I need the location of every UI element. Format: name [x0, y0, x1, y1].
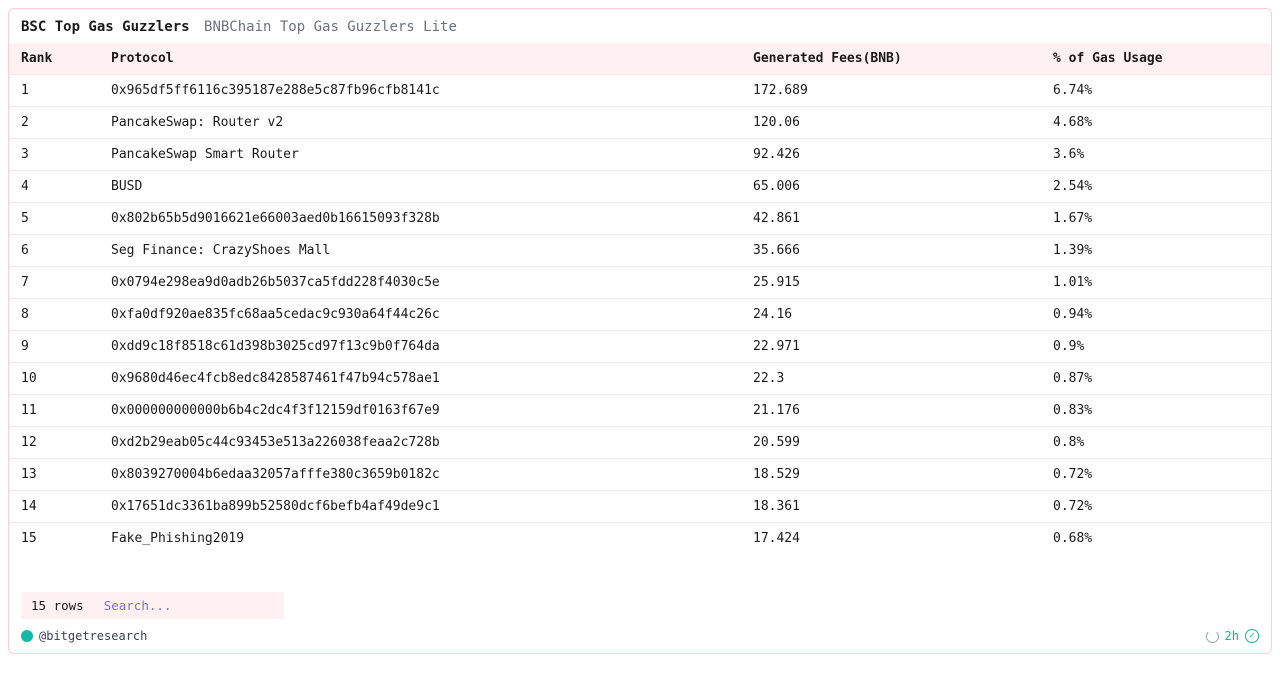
card-header: BSC Top Gas Guzzlers BNBChain Top Gas Gu… — [9, 9, 1271, 43]
cell-rank: 8 — [9, 299, 99, 331]
table-row[interactable]: 10x965df5ff6116c395187e288e5c87fb96cfb81… — [9, 75, 1271, 107]
table-row[interactable]: 100x9680d46ec4fcb8edc8428587461f47b94c57… — [9, 363, 1271, 395]
table-row[interactable]: 110x000000000000b6b4c2dc4f3f12159df0163f… — [9, 395, 1271, 427]
source-dot-icon — [21, 630, 33, 642]
cell-fees: 22.971 — [741, 331, 1041, 363]
cell-protocol: 0x9680d46ec4fcb8edc8428587461f47b94c578a… — [99, 363, 741, 395]
cell-fees: 65.006 — [741, 171, 1041, 203]
cell-fees: 120.06 — [741, 107, 1041, 139]
refresh-icon[interactable] — [1206, 630, 1219, 643]
cell-rank: 9 — [9, 331, 99, 363]
cell-pct: 4.68% — [1041, 107, 1271, 139]
check-icon: ✓ — [1245, 629, 1259, 643]
table-row[interactable]: 140x17651dc3361ba899b52580dcf6befb4af49d… — [9, 491, 1271, 523]
source-handle[interactable]: @bitgetresearch — [39, 629, 147, 643]
cell-rank: 2 — [9, 107, 99, 139]
cell-fees: 20.599 — [741, 427, 1041, 459]
cell-protocol: BUSD — [99, 171, 741, 203]
footer-left: 15 rows — [21, 592, 284, 619]
cell-pct: 6.74% — [1041, 75, 1271, 107]
cell-pct: 0.68% — [1041, 523, 1271, 555]
table-header-row: Rank Protocol Generated Fees(BNB) % of G… — [9, 43, 1271, 75]
cell-pct: 3.6% — [1041, 139, 1271, 171]
cell-pct: 0.8% — [1041, 427, 1271, 459]
table-row[interactable]: 3PancakeSwap Smart Router92.4263.6% — [9, 139, 1271, 171]
rowcount-badge: 15 rows — [21, 592, 94, 619]
cell-protocol: 0xfa0df920ae835fc68aa5cedac9c930a64f44c2… — [99, 299, 741, 331]
cell-fees: 24.16 — [741, 299, 1041, 331]
col-protocol-header[interactable]: Protocol — [99, 43, 741, 75]
cell-pct: 0.72% — [1041, 491, 1271, 523]
cell-protocol: Fake_Phishing2019 — [99, 523, 741, 555]
cell-protocol: 0x17651dc3361ba899b52580dcf6befb4af49de9… — [99, 491, 741, 523]
cell-protocol: PancakeSwap: Router v2 — [99, 107, 741, 139]
cell-pct: 1.39% — [1041, 235, 1271, 267]
cell-fees: 18.529 — [741, 459, 1041, 491]
table-row[interactable]: 50x802b65b5d9016621e66003aed0b16615093f3… — [9, 203, 1271, 235]
cell-protocol: 0xdd9c18f8518c61d398b3025cd97f13c9b0f764… — [99, 331, 741, 363]
cell-rank: 14 — [9, 491, 99, 523]
cell-rank: 13 — [9, 459, 99, 491]
table-row[interactable]: 120xd2b29eab05c44c93453e513a226038feaa2c… — [9, 427, 1271, 459]
cell-protocol: 0x8039270004b6edaa32057afffe380c3659b018… — [99, 459, 741, 491]
cell-fees: 18.361 — [741, 491, 1041, 523]
cell-fees: 172.689 — [741, 75, 1041, 107]
attrib-right: 2h ✓ — [1206, 629, 1259, 643]
col-fees-header[interactable]: Generated Fees(BNB) — [741, 43, 1041, 75]
table-row[interactable]: 80xfa0df920ae835fc68aa5cedac9c930a64f44c… — [9, 299, 1271, 331]
data-age: 2h — [1225, 629, 1239, 643]
card-title-sub: BNBChain Top Gas Guzzlers Lite — [204, 19, 457, 35]
search-input[interactable] — [94, 592, 284, 619]
cell-rank: 7 — [9, 267, 99, 299]
cell-pct: 1.67% — [1041, 203, 1271, 235]
cell-rank: 5 — [9, 203, 99, 235]
cell-protocol: 0x802b65b5d9016621e66003aed0b16615093f32… — [99, 203, 741, 235]
cell-pct: 0.94% — [1041, 299, 1271, 331]
cell-fees: 17.424 — [741, 523, 1041, 555]
cell-fees: 25.915 — [741, 267, 1041, 299]
card-footer: 15 rows — [9, 582, 1271, 629]
cell-rank: 15 — [9, 523, 99, 555]
cell-protocol: 0xd2b29eab05c44c93453e513a226038feaa2c72… — [99, 427, 741, 459]
card-title-main: BSC Top Gas Guzzlers — [21, 19, 190, 35]
cell-rank: 6 — [9, 235, 99, 267]
cell-rank: 4 — [9, 171, 99, 203]
cell-fees: 92.426 — [741, 139, 1041, 171]
cell-fees: 21.176 — [741, 395, 1041, 427]
gas-guzzlers-card: BSC Top Gas Guzzlers BNBChain Top Gas Gu… — [8, 8, 1272, 654]
cell-pct: 0.87% — [1041, 363, 1271, 395]
table-row[interactable]: 70x0794e298ea9d0adb26b5037ca5fdd228f4030… — [9, 267, 1271, 299]
cell-rank: 10 — [9, 363, 99, 395]
cell-pct: 0.9% — [1041, 331, 1271, 363]
cell-fees: 22.3 — [741, 363, 1041, 395]
col-pct-header[interactable]: % of Gas Usage — [1041, 43, 1271, 75]
gas-table: Rank Protocol Generated Fees(BNB) % of G… — [9, 43, 1271, 554]
cell-rank: 1 — [9, 75, 99, 107]
cell-protocol: PancakeSwap Smart Router — [99, 139, 741, 171]
col-rank-header[interactable]: Rank — [9, 43, 99, 75]
cell-pct: 0.83% — [1041, 395, 1271, 427]
table-row[interactable]: 130x8039270004b6edaa32057afffe380c3659b0… — [9, 459, 1271, 491]
cell-fees: 42.861 — [741, 203, 1041, 235]
cell-fees: 35.666 — [741, 235, 1041, 267]
table-row[interactable]: 6Seg Finance: CrazyShoes Mall35.6661.39% — [9, 235, 1271, 267]
cell-rank: 11 — [9, 395, 99, 427]
cell-pct: 0.72% — [1041, 459, 1271, 491]
cell-rank: 3 — [9, 139, 99, 171]
cell-protocol: 0x000000000000b6b4c2dc4f3f12159df0163f67… — [99, 395, 741, 427]
table-row[interactable]: 90xdd9c18f8518c61d398b3025cd97f13c9b0f76… — [9, 331, 1271, 363]
table-row[interactable]: 2PancakeSwap: Router v2120.064.68% — [9, 107, 1271, 139]
cell-protocol: 0x965df5ff6116c395187e288e5c87fb96cfb814… — [99, 75, 741, 107]
cell-rank: 12 — [9, 427, 99, 459]
table-row[interactable]: 4BUSD65.0062.54% — [9, 171, 1271, 203]
attrib-left: @bitgetresearch — [21, 629, 147, 643]
cell-pct: 2.54% — [1041, 171, 1271, 203]
cell-protocol: 0x0794e298ea9d0adb26b5037ca5fdd228f4030c… — [99, 267, 741, 299]
cell-pct: 1.01% — [1041, 267, 1271, 299]
attribution-bar: @bitgetresearch 2h ✓ — [9, 629, 1271, 653]
table-row[interactable]: 15Fake_Phishing201917.4240.68% — [9, 523, 1271, 555]
cell-protocol: Seg Finance: CrazyShoes Mall — [99, 235, 741, 267]
